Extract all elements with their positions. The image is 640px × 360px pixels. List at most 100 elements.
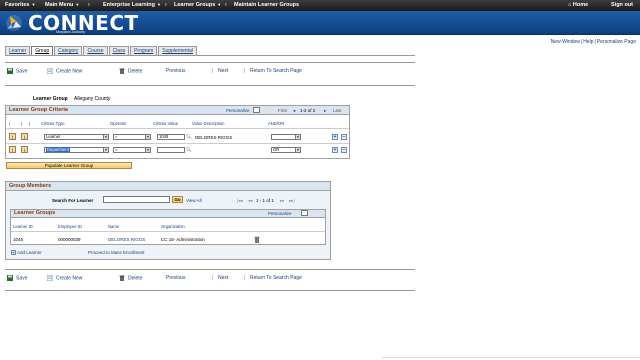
delete-row-button[interactable]: −: [341, 134, 347, 140]
criteria-type-select[interactable]: Department ▼: [44, 147, 109, 153]
tab-category[interactable]: Category: [54, 46, 83, 55]
first-link[interactable]: First: [278, 108, 287, 113]
last-link[interactable]: Last: [333, 108, 342, 113]
divider: [5, 290, 415, 291]
criteria-range: 1-2 of 2: [300, 108, 316, 113]
add-row-button[interactable]: +: [332, 147, 338, 153]
delete-button[interactable]: Delete: [119, 275, 142, 281]
create-new-button[interactable]: Create New: [47, 274, 82, 281]
members-personalize-link[interactable]: Personalize: [268, 211, 292, 216]
delete-button[interactable]: Delete: [119, 68, 142, 74]
add-learner-button[interactable]: + Add Learner: [11, 250, 42, 255]
return-to-search-link[interactable]: Return To Search Page: [250, 68, 302, 74]
home-link[interactable]: ⌂ Home: [568, 2, 588, 8]
separator: |: [212, 68, 214, 74]
next-link[interactable]: Next: [218, 68, 228, 74]
grid-find-icon[interactable]: [253, 107, 260, 113]
delete-row-button[interactable]: −: [341, 147, 347, 153]
first-page-icon[interactable]: |◂◂: [237, 198, 243, 204]
personalize-page-link[interactable]: Personalize Page: [597, 39, 636, 45]
next-link[interactable]: Next: [218, 275, 228, 281]
tab-divider: [5, 55, 415, 56]
trash-icon: [119, 275, 125, 281]
value-description: DELORES RIGGS: [195, 135, 233, 140]
and-or-select[interactable]: ▼: [271, 134, 301, 140]
save-button[interactable]: Save: [7, 67, 27, 74]
lookup-icon[interactable]: 🔍︎: [186, 134, 192, 140]
breadcrumb-learner-groups[interactable]: Learner Groups ▼: [174, 2, 221, 8]
save-button[interactable]: Save: [7, 274, 27, 281]
separator: |: [244, 275, 246, 281]
breadcrumb-separator: ›: [165, 2, 167, 8]
return-to-search-link[interactable]: Return To Search Page: [250, 275, 302, 281]
chevron-down-icon: ▼: [295, 135, 300, 139]
tab-program[interactable]: Program: [130, 46, 158, 55]
open-paren-button[interactable]: (: [9, 133, 16, 140]
next-page-icon[interactable]: ▸▸: [280, 198, 285, 204]
status-divider: [382, 357, 640, 358]
help-link[interactable]: Help: [583, 39, 593, 45]
row-divider: [6, 143, 349, 144]
tab-group[interactable]: Group: [31, 46, 54, 55]
chevron-down-icon: ▼: [145, 135, 150, 139]
mass-enrollment-link[interactable]: Proceed to Mass Enrollment: [88, 250, 145, 255]
divider: [5, 85, 415, 86]
col-close-paren: ): [21, 121, 23, 126]
populate-learner-group-button[interactable]: Populate Learner Group: [6, 162, 132, 169]
col-criteria-value: Criteria Value: [153, 121, 179, 126]
row-divider: [11, 231, 325, 232]
tab-learner[interactable]: Learner: [5, 46, 31, 55]
add-row-button[interactable]: +: [332, 134, 338, 140]
breadcrumb-enterprise-learning[interactable]: Enterprise Learning ▼: [103, 2, 161, 8]
col-organization: Organization: [161, 224, 185, 229]
sign-out-link[interactable]: Sign out: [611, 2, 633, 8]
col-name: Name: [108, 224, 120, 229]
trash-icon: [119, 68, 125, 74]
criteria-personalize-link[interactable]: Personalize: [226, 108, 250, 113]
row-divider: [6, 128, 349, 129]
last-page-icon[interactable]: ▸▸|: [289, 198, 295, 204]
criteria-type-select[interactable]: Learner ▼: [44, 134, 109, 140]
close-paren-button[interactable]: ): [21, 133, 28, 140]
next-row-icon[interactable]: ▸: [324, 108, 326, 114]
favorites-menu[interactable]: Favorites ▼: [5, 2, 35, 8]
group-members-section: Group Members Search For Learner Go View…: [5, 181, 331, 260]
tab-class[interactable]: Class: [108, 46, 130, 55]
criteria-value-input[interactable]: 1045: [157, 134, 185, 140]
tab-supplemental[interactable]: Supplemental: [158, 46, 197, 55]
members-range: 1 - 1 of 1: [256, 198, 274, 203]
operator-select[interactable]: = ▼: [113, 147, 151, 153]
chevron-down-icon: ▼: [295, 148, 300, 152]
learner-name-link[interactable]: DELORES RIGGS: [108, 237, 145, 242]
tab-course[interactable]: Course: [83, 46, 108, 55]
group-members-header: Group Members: [6, 182, 330, 191]
go-button[interactable]: Go: [172, 196, 183, 203]
trash-icon[interactable]: [254, 236, 260, 243]
employee-id-cell: 000000039: [58, 237, 81, 242]
criteria-grid-title: Learner Group Criteria: [9, 107, 68, 113]
new-window-link[interactable]: New Window: [551, 39, 580, 45]
grid-find-icon[interactable]: [301, 210, 308, 216]
search-learner-input[interactable]: [103, 196, 170, 203]
chevron-down-icon: ▼: [103, 148, 108, 152]
lookup-icon[interactable]: 🔍︎: [186, 147, 192, 153]
previous-link[interactable]: Previous: [166, 68, 185, 74]
col-value-description: Value Description: [192, 121, 225, 126]
col-criteria-type: Criteria Type: [41, 121, 65, 126]
group-members-title: Group Members: [9, 183, 52, 189]
prev-page-icon[interactable]: ◂◂: [248, 198, 253, 204]
learner-group-label: Learner Group: [33, 96, 68, 102]
previous-link[interactable]: Previous: [166, 275, 185, 281]
create-new-icon: [47, 67, 53, 74]
operator-select[interactable]: = ▼: [113, 134, 151, 140]
and-or-select[interactable]: OR ▼: [271, 147, 301, 153]
create-new-button[interactable]: Create New: [47, 67, 82, 74]
col-operator: Operator: [110, 121, 127, 126]
chevron-down-icon: ▼: [145, 148, 150, 152]
open-paren-button[interactable]: (: [9, 146, 16, 153]
close-paren-button[interactable]: ): [21, 146, 28, 153]
view-all-link[interactable]: View All: [186, 198, 202, 203]
main-menu[interactable]: Main Menu ▼: [45, 2, 79, 8]
prev-row-icon[interactable]: ◂: [293, 108, 295, 114]
criteria-value-input[interactable]: [157, 147, 185, 153]
